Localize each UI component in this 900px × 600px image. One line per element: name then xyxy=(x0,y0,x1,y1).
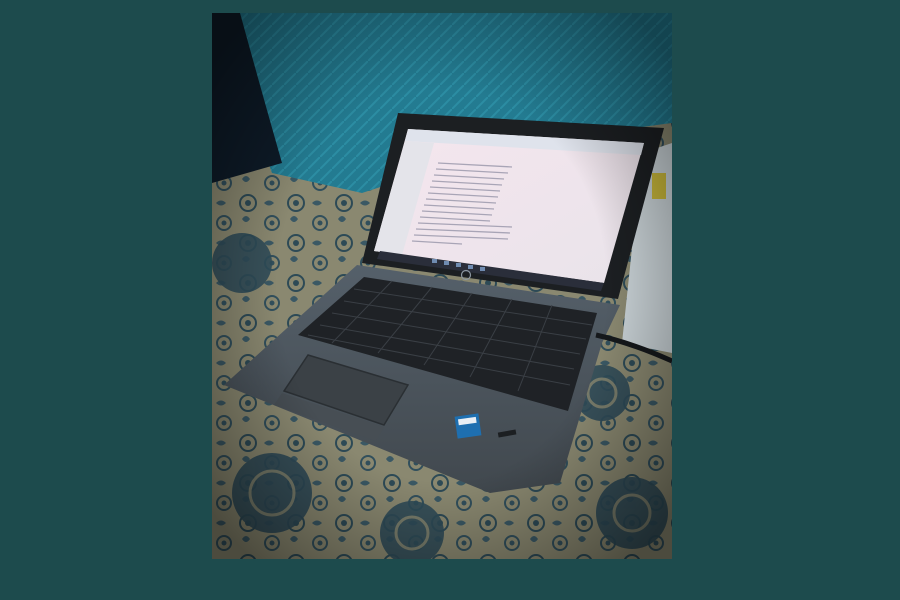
vignette xyxy=(212,13,672,559)
laptop-photo xyxy=(212,13,672,559)
photo-canvas xyxy=(212,13,672,559)
